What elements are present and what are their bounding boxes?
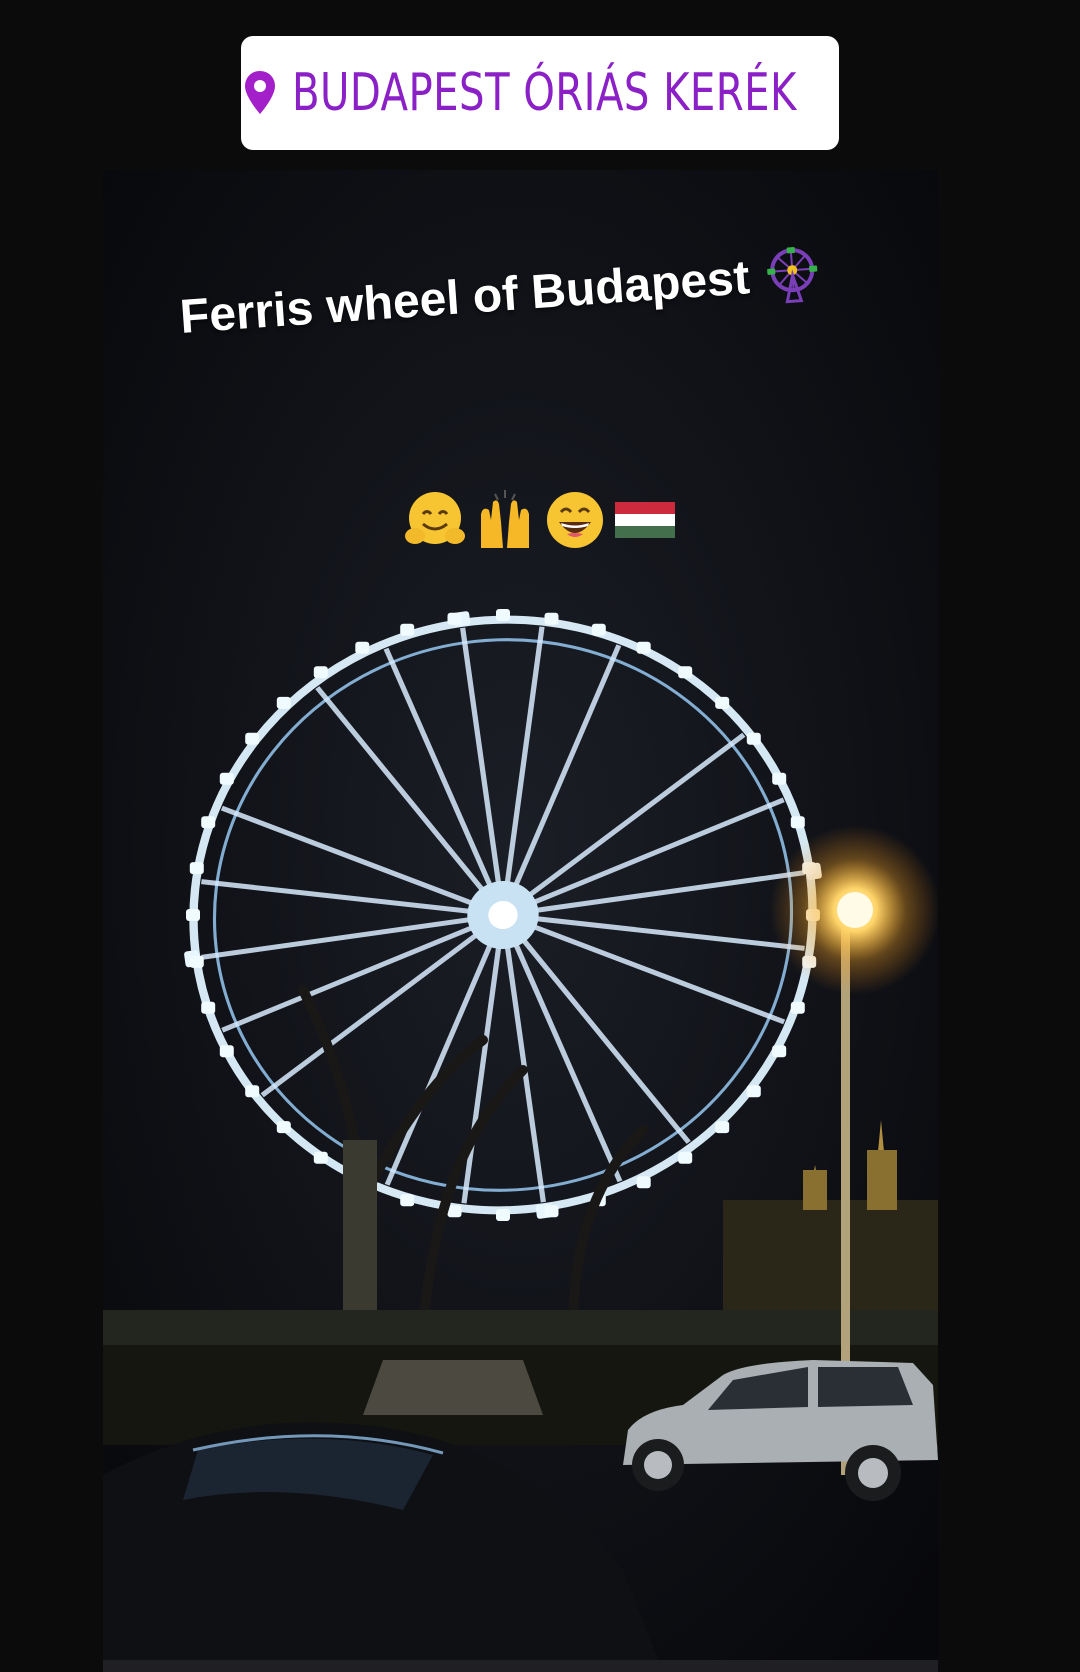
gondola-light [544, 612, 559, 625]
gondola-light [245, 732, 260, 745]
gondola-light [201, 1001, 216, 1014]
gondola-light [313, 1151, 328, 1164]
grinning-face-icon [543, 488, 607, 552]
gondola-light [746, 1085, 761, 1098]
gondola-light [715, 696, 730, 709]
gondola-light [678, 666, 693, 679]
gondola-light [186, 909, 200, 921]
gondola-light [496, 609, 510, 621]
gondola-light [355, 641, 370, 654]
gondola-light [591, 623, 606, 636]
gondola-light [746, 732, 761, 745]
gondola-light [276, 696, 291, 709]
gondola-light [313, 666, 328, 679]
gondola-light [790, 816, 805, 829]
gondola-light [189, 955, 204, 968]
gondola-light [447, 1205, 462, 1218]
ferris-wheel-icon [766, 247, 818, 304]
gondola-light [400, 623, 415, 636]
gondola-light [400, 1194, 415, 1207]
gondola-light [219, 772, 234, 785]
gondola-light [496, 1209, 510, 1221]
gondola-light [790, 1001, 805, 1014]
gondola-light [189, 862, 204, 875]
gondola-light [636, 1176, 651, 1189]
gondola-light [678, 1151, 693, 1164]
emoji-row[interactable] [403, 488, 677, 552]
gondola-light [201, 816, 216, 829]
gondola-light [219, 1045, 234, 1058]
hugging-face-icon [403, 488, 467, 552]
location-label: BUDAPEST ÓRIÁS KERÉK [291, 63, 797, 123]
gondola-light [772, 1045, 787, 1058]
story-photo [103, 170, 938, 1672]
gondola-light [544, 1205, 559, 1218]
raising-hands-icon [473, 488, 537, 552]
gondola-light [636, 641, 651, 654]
gondola-light [447, 612, 462, 625]
gondola-light [715, 1121, 730, 1134]
location-pin-icon [244, 71, 275, 114]
gondola-light [772, 772, 787, 785]
location-sticker[interactable]: BUDAPEST ÓRIÁS KERÉK [241, 36, 839, 150]
hungary-flag-icon [613, 488, 677, 552]
gondola-light [245, 1085, 260, 1098]
gondola-light [276, 1121, 291, 1134]
